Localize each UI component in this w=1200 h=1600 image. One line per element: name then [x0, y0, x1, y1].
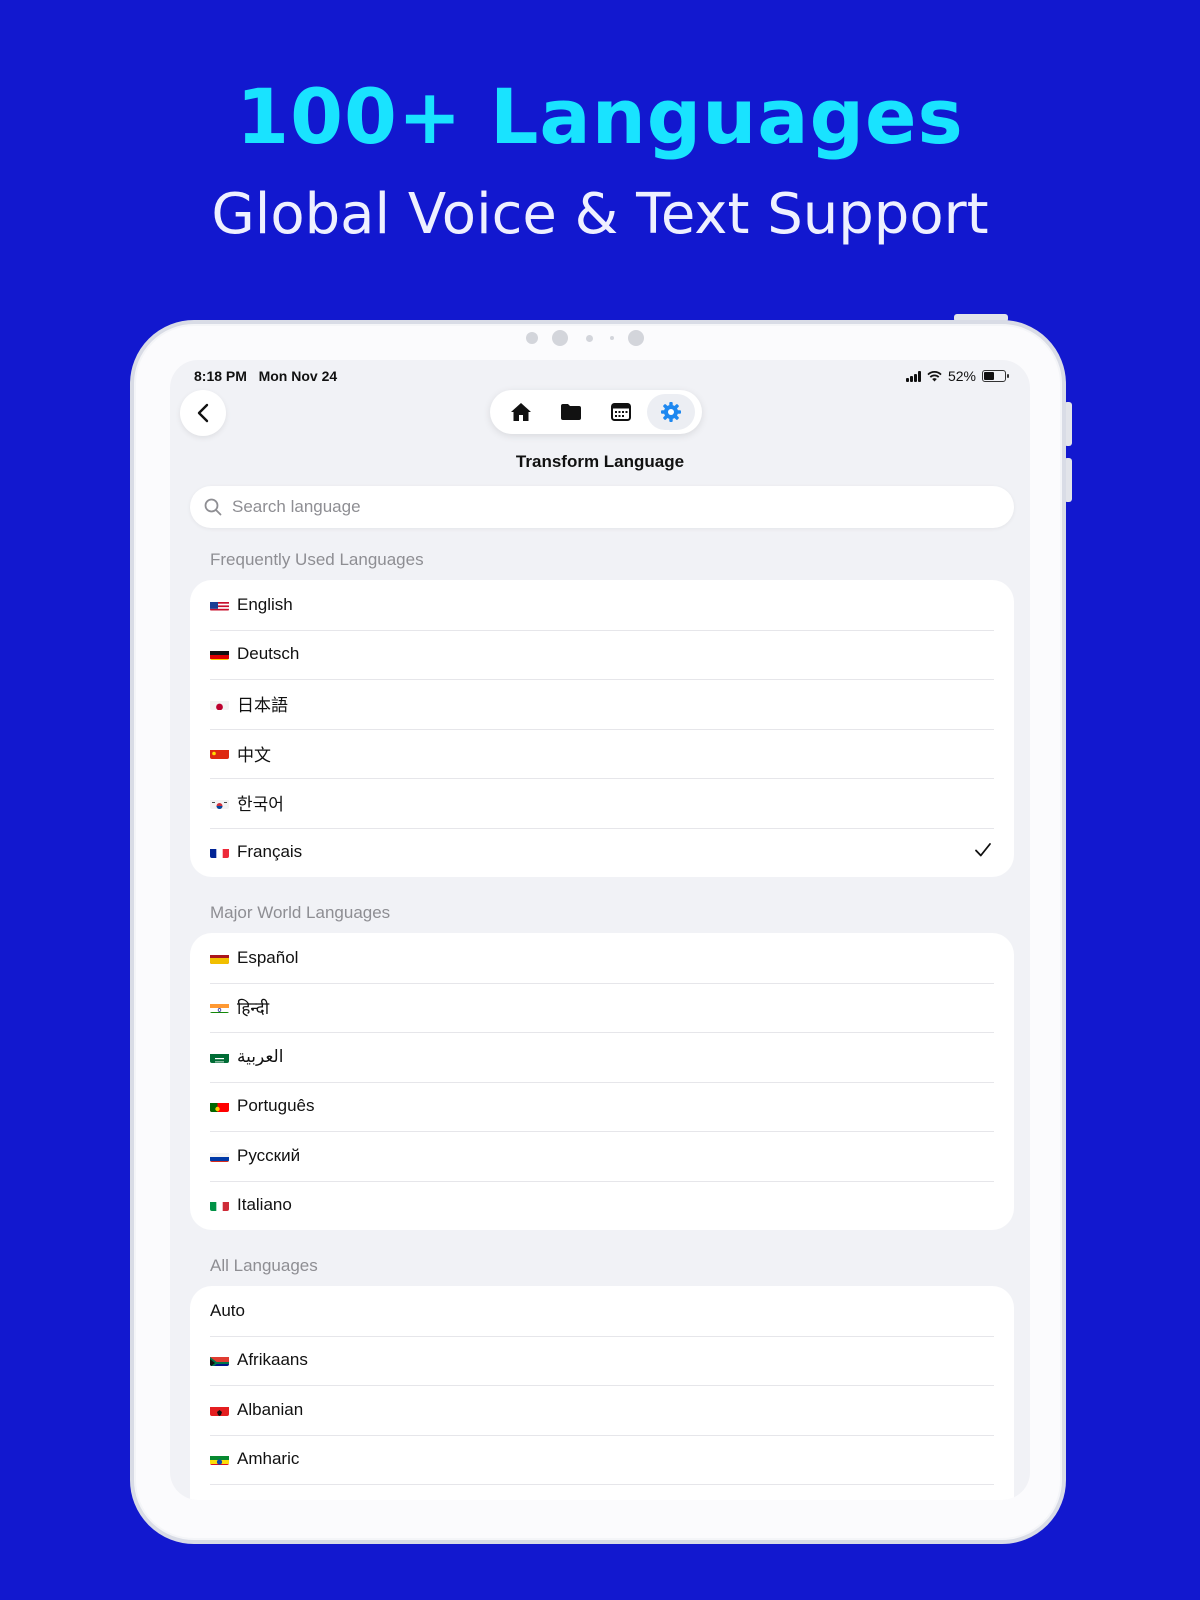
language-name: Italiano — [237, 1195, 292, 1215]
language-row-korean[interactable]: 한국어 — [190, 778, 1014, 828]
flag-in-icon — [210, 1001, 229, 1014]
gear-icon — [661, 402, 681, 422]
section-label-frequent: Frequently Used Languages — [210, 550, 424, 569]
tab-settings[interactable] — [647, 394, 695, 430]
search-icon — [204, 498, 222, 516]
flag-kr-icon — [210, 797, 229, 809]
language-name: Português — [237, 1096, 315, 1116]
section-label-major: Major World Languages — [210, 903, 391, 922]
language-row-deutsch[interactable]: Deutsch — [190, 629, 1014, 680]
language-group-frequent: English Deutsch 日本語 中文 한국어 Français — [190, 580, 1014, 877]
language-group-all: Auto Afrikaans Albanian Amharic — [190, 1286, 1014, 1500]
flag-fr-icon — [210, 846, 229, 859]
hero-headline: 100+ Languages — [236, 72, 964, 161]
language-row-auto[interactable]: Auto — [190, 1286, 1014, 1336]
app-screen: 8:18 PM Mon Nov 24 52% Transform Languag… — [170, 360, 1030, 1500]
language-row-italian[interactable]: Italiano — [190, 1180, 1014, 1231]
sensor-dot — [610, 336, 614, 340]
flag-pt-icon — [210, 1100, 229, 1113]
flag-za-icon — [210, 1354, 229, 1367]
language-row-hindi[interactable]: हिन्दी — [190, 982, 1014, 1033]
page-title: Transform Language — [515, 452, 685, 471]
language-name: Français — [237, 842, 303, 862]
flag-jp-icon — [210, 698, 229, 710]
sensor-dot — [526, 332, 538, 344]
language-row-chinese[interactable]: 中文 — [190, 728, 1014, 779]
chevron-left-icon — [197, 403, 209, 423]
home-icon — [511, 403, 531, 421]
language-row-spanish[interactable]: Español — [190, 933, 1014, 983]
language-name: Amharic — [237, 1449, 300, 1469]
flag-us-icon — [210, 599, 229, 611]
language-row-french[interactable]: Français — [190, 827, 1014, 878]
language-name: 日本語 — [237, 696, 288, 716]
top-tab-bar — [490, 390, 702, 434]
search-input[interactable] — [232, 497, 992, 517]
battery-percent: 52% — [947, 368, 976, 384]
flag-et-icon — [210, 1453, 229, 1466]
language-name: Albanian — [237, 1399, 304, 1419]
language-name: English — [237, 594, 293, 614]
language-row-albanian[interactable]: Albanian — [190, 1385, 1014, 1435]
flag-it-icon — [210, 1199, 229, 1212]
flag-ru-icon — [210, 1150, 229, 1162]
folder-icon — [561, 404, 581, 420]
language-row-arabic[interactable]: العربية — [190, 1032, 1014, 1082]
sensor-dot — [586, 335, 593, 342]
language-row-russian[interactable]: Русский — [190, 1131, 1014, 1181]
calendar-icon — [611, 403, 631, 421]
language-row-portuguese[interactable]: Português — [190, 1081, 1014, 1132]
camera-lens — [628, 330, 644, 346]
battery-icon — [982, 370, 1009, 382]
section-label-all: All Languages — [210, 1256, 318, 1275]
language-name: Русский — [237, 1145, 301, 1165]
tab-files[interactable] — [547, 394, 595, 430]
sensor-dot — [552, 330, 568, 346]
language-name: 한국어 — [237, 795, 284, 815]
tab-calendar[interactable] — [597, 394, 645, 430]
checkmark-icon — [975, 842, 991, 856]
tab-home[interactable] — [497, 394, 545, 430]
language-name: Afrikaans — [237, 1350, 308, 1370]
language-name: Deutsch — [237, 644, 300, 664]
flag-de-icon — [210, 648, 229, 661]
language-row-japanese[interactable]: 日本語 — [190, 679, 1014, 729]
list-item[interactable] — [190, 1484, 1014, 1500]
language-name: العربية — [237, 1046, 284, 1066]
status-time: 8:18 PM Mon Nov 24 — [194, 368, 338, 384]
language-row-amharic[interactable]: Amharic — [190, 1434, 1014, 1485]
language-name: Auto — [210, 1300, 245, 1320]
language-name: Español — [237, 947, 299, 967]
flag-sa-icon — [210, 1051, 229, 1063]
language-row-afrikaans[interactable]: Afrikaans — [190, 1335, 1014, 1386]
tablet-frame: 8:18 PM Mon Nov 24 52% Transform Languag… — [130, 320, 1066, 1544]
language-name: हिन्दी — [237, 998, 270, 1018]
status-indicators: 52% — [905, 368, 1009, 384]
flag-es-icon — [210, 952, 229, 964]
search-bar[interactable] — [190, 486, 1014, 528]
back-button[interactable] — [180, 390, 226, 436]
hero-subline: Global Voice & Text Support — [211, 182, 989, 247]
language-name: 中文 — [237, 745, 271, 765]
language-row-english[interactable]: English — [190, 580, 1014, 630]
wifi-icon — [927, 370, 942, 381]
signal-icon — [905, 370, 921, 382]
language-group-major: Español हिन्दी العربية Português Русский… — [190, 933, 1014, 1230]
flag-cn-icon — [210, 747, 229, 760]
status-bar: 8:18 PM Mon Nov 24 52% — [194, 368, 1009, 388]
flag-al-icon — [210, 1404, 229, 1416]
